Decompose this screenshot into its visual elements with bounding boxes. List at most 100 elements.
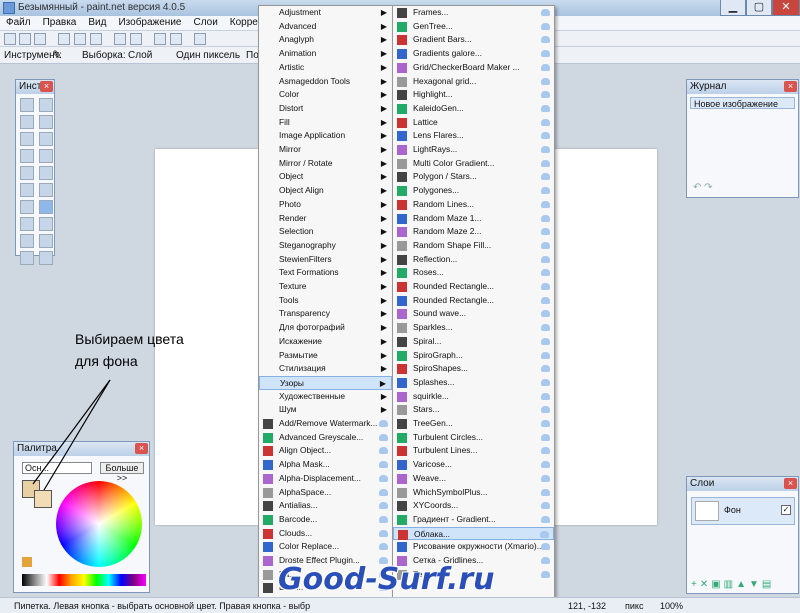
close-button[interactable]: ✕ [772, 0, 800, 16]
menu1-item[interactable]: Шум ▶ [259, 403, 392, 417]
menu-3[interactable]: Изображение [112, 16, 187, 30]
menu2-item[interactable]: Turbulent Circles... [393, 431, 554, 445]
menu1-item[interactable]: Advanced Greyscale... [259, 431, 392, 445]
menu2-item[interactable]: Lattice [393, 116, 554, 130]
menu1-item[interactable]: Animation ▶ [259, 47, 392, 61]
close-icon[interactable]: × [40, 81, 53, 92]
menu2-item[interactable]: Polygon / Stars... [393, 170, 554, 184]
menu-2[interactable]: Вид [82, 16, 112, 30]
menu1-item[interactable]: Render ▶ [259, 212, 392, 226]
lasso-icon[interactable] [20, 115, 34, 129]
menu2-item[interactable]: Polygones... [393, 184, 554, 198]
menu2-item[interactable]: Sparkles... [393, 321, 554, 335]
menu2-item[interactable]: LightRays... [393, 143, 554, 157]
layer-row[interactable]: Фон ✓ [691, 497, 795, 525]
menu1-item[interactable]: Add/Remove Watermark... [259, 417, 392, 431]
close-icon[interactable]: × [784, 478, 797, 489]
menu2-item[interactable]: KaleidoGen... [393, 102, 554, 116]
menu1-item[interactable]: Selection ▶ [259, 225, 392, 239]
move-icon[interactable] [39, 98, 53, 112]
menu2-item[interactable]: Gradients galore... [393, 47, 554, 61]
close-icon[interactable]: × [135, 443, 148, 454]
zoom-level[interactable]: 100% [660, 601, 683, 611]
menu1-item[interactable]: Tools ▶ [259, 294, 392, 308]
more-button[interactable]: Больше >> [100, 462, 144, 483]
undo-icon[interactable] [154, 33, 166, 45]
menu1-item[interactable]: Anaglyph ▶ [259, 33, 392, 47]
ellipse-select-icon[interactable] [20, 132, 34, 146]
menu1-item[interactable]: Artistic ▶ [259, 61, 392, 75]
maximize-button[interactable]: ▢ [746, 0, 772, 16]
menu2-item[interactable]: Grid/CheckerBoard Maker ... [393, 61, 554, 75]
menu1-item[interactable]: Photo ▶ [259, 198, 392, 212]
menu2-item[interactable]: TreeGen... [393, 417, 554, 431]
menu1-item[interactable]: Advanced ▶ [259, 20, 392, 34]
menu1-item[interactable]: Mirror / Rotate ▶ [259, 157, 392, 171]
menu2-item[interactable]: SpiroGraph... [393, 349, 554, 363]
menu1-item[interactable]: Barcode... [259, 513, 392, 527]
menu1-item[interactable]: Color Replace... [259, 540, 392, 554]
menu1-item[interactable]: Adjustment ▶ [259, 6, 392, 20]
pencil-icon[interactable] [20, 200, 34, 214]
menu2-item[interactable]: Lens Flares... [393, 129, 554, 143]
menu2-item[interactable]: Random Lines... [393, 198, 554, 212]
menu1-item[interactable]: Antialias... [259, 499, 392, 513]
palette-swatches[interactable] [22, 574, 146, 586]
menu2-item[interactable]: Random Maze 2... [393, 225, 554, 239]
menu2-item[interactable]: Stars... [393, 403, 554, 417]
menu2-item[interactable]: Rounded Rectangle... [393, 294, 554, 308]
menu2-item[interactable]: Varicose... [393, 458, 554, 472]
secondary-color-swatch[interactable] [34, 490, 52, 508]
cut-icon[interactable] [58, 33, 70, 45]
move-selection-icon[interactable] [39, 115, 53, 129]
menu1-item[interactable]: Image Application ▶ [259, 129, 392, 143]
menu-4[interactable]: Слои [187, 16, 223, 30]
redo-icon[interactable] [170, 33, 182, 45]
menu2-item[interactable]: XYCoords... [393, 499, 554, 513]
menu2-item[interactable]: Sound wave... [393, 307, 554, 321]
menu1-item[interactable]: Steganography ▶ [259, 239, 392, 253]
menu1-item[interactable]: Alpha-Displacement... [259, 472, 392, 486]
history-item[interactable]: Новое изображение [690, 97, 795, 109]
menu2-item[interactable]: Turbulent Lines... [393, 444, 554, 458]
menu1-item[interactable]: Размытие ▶ [259, 349, 392, 363]
menu1-item[interactable]: Object ▶ [259, 170, 392, 184]
menu2-item[interactable]: Rounded Rectangle... [393, 280, 554, 294]
menu1-item[interactable]: Texture ▶ [259, 280, 392, 294]
menu2-item[interactable]: Highlight... [393, 88, 554, 102]
shape-type-icon[interactable] [39, 251, 53, 265]
menu1-item[interactable]: Искажение ▶ [259, 335, 392, 349]
grid-icon[interactable] [194, 33, 206, 45]
menu2-item[interactable]: Random Shape Fill... [393, 239, 554, 253]
menu1-item[interactable]: Художественные ▶ [259, 390, 392, 404]
menu1-item[interactable]: Clouds... [259, 527, 392, 541]
rectangle-select-icon[interactable] [20, 98, 34, 112]
menu1-item[interactable]: Text Formations ▶ [259, 266, 392, 280]
menu1-item[interactable]: Стилизация ▶ [259, 362, 392, 376]
menu1-item[interactable]: StewienFilters ▶ [259, 253, 392, 267]
menu1-item[interactable]: Alpha Mask... [259, 458, 392, 472]
copy-icon[interactable] [74, 33, 86, 45]
menu1-item[interactable]: Узоры ▶ [259, 375, 392, 390]
menu2-item[interactable]: Hexagonal grid... [393, 75, 554, 89]
menu2-item[interactable]: Рисование окружности (Xmario)... [393, 540, 554, 554]
menu-1[interactable]: Правка [37, 16, 83, 30]
paste-icon[interactable] [90, 33, 102, 45]
menu2-item[interactable]: WhichSymbolPlus... [393, 486, 554, 500]
gradient-icon[interactable] [39, 166, 53, 180]
eraser-icon[interactable] [39, 183, 53, 197]
pan-icon[interactable] [39, 149, 53, 163]
menu2-item[interactable]: Reflection... [393, 253, 554, 267]
eyedropper-icon[interactable]: ✎ [52, 48, 62, 62]
menu2-item[interactable]: squirkle... [393, 390, 554, 404]
crop-icon[interactable] [114, 33, 126, 45]
shapes-icon[interactable] [20, 251, 34, 265]
line-icon[interactable] [39, 234, 53, 248]
open-icon[interactable] [19, 33, 31, 45]
menu2-item[interactable]: GenTree... [393, 20, 554, 34]
recolor-icon[interactable] [39, 217, 53, 231]
undo-redo-icon[interactable]: ↶ ↷ [693, 182, 713, 193]
minimize-button[interactable]: ▁ [720, 0, 746, 16]
menu2-item[interactable]: Градиент - Gradient... [393, 513, 554, 527]
magic-wand-icon[interactable] [20, 149, 34, 163]
